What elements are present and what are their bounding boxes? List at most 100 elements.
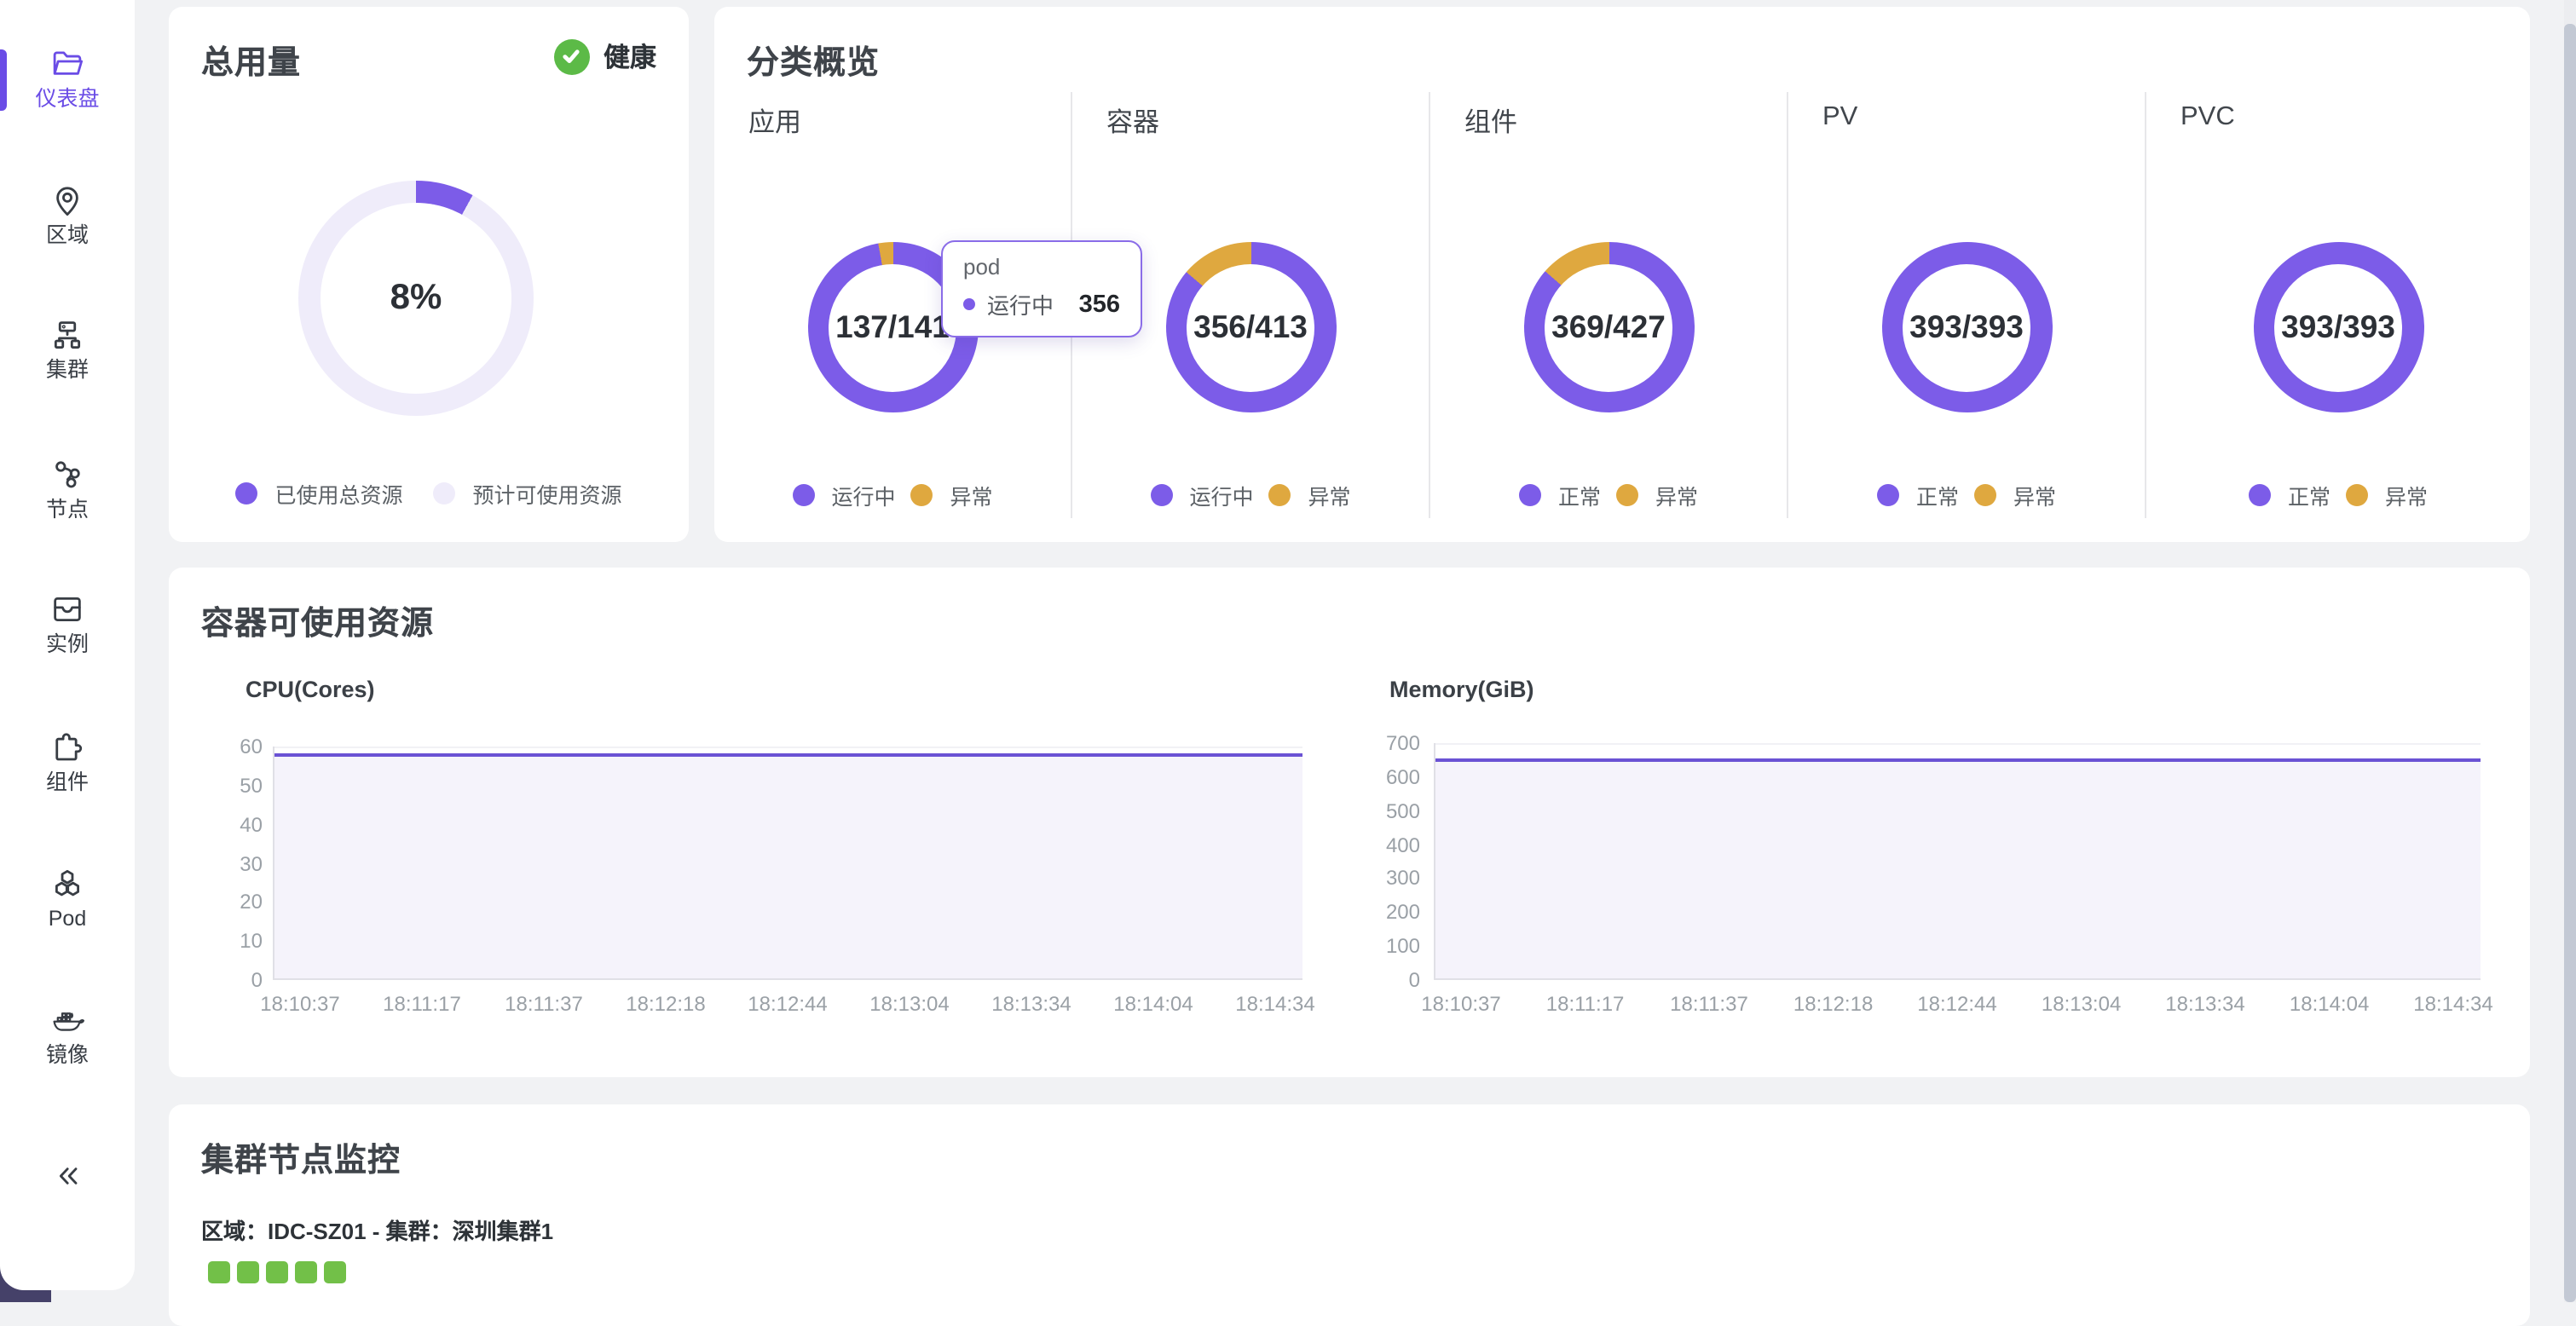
collapse-sidebar-button[interactable] [0,1159,135,1202]
legend-dot [434,482,456,504]
legend-dot [1269,484,1291,506]
node-status-cell[interactable] [266,1261,288,1283]
gridline [1435,743,2481,745]
total-usage-donut-chart[interactable]: 8% [298,181,534,416]
x-tick-label: 18:12:18 [611,994,720,1016]
category-name: 容器 [1106,102,1159,140]
usage-legend: 已使用总资源 预计可使用资源 [169,477,689,510]
legend-item-abnormal[interactable]: 异常 [911,479,993,511]
x-tick-label: 18:13:04 [855,994,964,1016]
tooltip-row: 运行中 356 [963,288,1120,320]
category-donut-chart[interactable]: 393/393 [1881,242,2052,412]
legend-item-abnormal[interactable]: 异常 [2346,479,2428,511]
y-tick-label: 600 [1359,767,1420,787]
category-name: 组件 [1464,102,1517,140]
legend-label: 异常 [2385,479,2428,511]
series-dot-icon [963,298,975,310]
x-tick-label: 18:10:37 [1406,994,1516,1016]
node-status-cell[interactable] [295,1261,317,1283]
sidebar-item-region[interactable]: 区域 [0,182,135,247]
sidebar-item-label: 组件 [46,770,89,794]
nodes-icon [49,457,85,493]
category-column-PVC: PVC 393/393 正常 异常 [2146,7,2530,542]
x-tick-label: 18:12:18 [1779,994,1888,1016]
series-area-fill [274,756,1302,978]
memory-chart-title: Memory(GiB) [1389,677,1534,702]
y-tick-label: 20 [201,892,263,913]
legend-item-abnormal[interactable]: 异常 [1616,479,1698,511]
category-name: PVC [2180,102,2235,133]
y-tick-label: 500 [1359,800,1420,821]
sidebar-item-label: 镜像 [46,1043,89,1067]
node-status-cell[interactable] [324,1261,346,1283]
category-legend: 运行中 异常 [1072,479,1429,511]
x-tick-label: 18:14:04 [1099,994,1208,1016]
y-tick-label: 400 [1359,834,1420,855]
category-legend: 正常 异常 [2146,479,2530,511]
legend-item-normal[interactable]: 正常 [2249,479,2331,511]
legend-label: 运行中 [1189,479,1253,511]
series-area-fill [1435,762,2481,978]
y-tick-label: 100 [1359,936,1420,956]
legend-item-normal[interactable]: 运行中 [1150,479,1253,511]
node-status-cell[interactable] [208,1261,230,1283]
category-column-PV: PV 393/393 正常 异常 [1788,7,2146,542]
sidebar-item-label: 集群 [46,358,89,382]
health-status-badge: 健康 [554,37,656,75]
legend-item-normal[interactable]: 正常 [1877,479,1959,511]
total-usage-card: 总用量 健康 8% 已使用总资源 预计可使用资源 [169,7,689,542]
x-tick-label: 18:11:17 [1531,994,1640,1016]
sidebar-item-node[interactable]: 节点 [0,457,135,522]
legend-item-abnormal[interactable]: 异常 [1974,479,2056,511]
node-status-grid [208,1261,346,1283]
legend-dot [1974,484,1996,506]
legend-label: 预计可使用资源 [473,477,622,510]
category-donut-chart[interactable]: 369/427 [1523,242,1694,412]
legend-item-normal[interactable]: 运行中 [792,479,895,511]
sidebar: 仪表盘 区域 集群 节点 实例 [0,0,135,1290]
sidebar-item-component[interactable]: 组件 [0,729,135,794]
sidebar-item-label: 区域 [46,223,89,247]
legend-item-available[interactable]: 预计可使用资源 [434,477,622,510]
y-tick-label: 60 [201,736,263,757]
y-tick-label: 200 [1359,902,1420,923]
x-tick-label: 18:11:17 [367,994,477,1016]
y-tick-label: 50 [201,775,263,796]
legend-item-abnormal[interactable]: 异常 [1269,479,1351,511]
usage-percent-value: 8% [298,181,534,416]
legend-dot [2249,484,2271,506]
node-status-cell[interactable] [237,1261,259,1283]
legend-label: 已使用总资源 [274,477,402,510]
card-title: 容器可使用资源 [201,598,434,644]
x-tick-label: 18:11:37 [489,994,598,1016]
sidebar-item-pod[interactable]: Pod [0,866,135,931]
legend-item-used[interactable]: 已使用总资源 [235,477,402,510]
sidebar-item-image[interactable]: 镜像 [0,1002,135,1067]
x-tick-label: 18:13:04 [2027,994,2136,1016]
sidebar-item-instance[interactable]: 实例 [0,591,135,656]
x-tick-label: 18:13:34 [2151,994,2260,1016]
card-title: 集群节点监控 [201,1135,401,1181]
scrollbar-thumb[interactable] [2564,24,2576,1302]
x-tick-label: 18:13:34 [977,994,1086,1016]
region-pin-icon [49,182,85,218]
legend-dot [235,482,257,504]
category-column-组件: 组件 369/427 正常 异常 [1430,7,1788,542]
sidebar-item-cluster[interactable]: 集群 [0,317,135,382]
legend-label: 异常 [1655,479,1698,511]
x-tick-label: 18:12:44 [733,994,842,1016]
cpu-chart-title: CPU(Cores) [245,677,375,702]
card-title: 总用量 [201,37,301,84]
category-donut-chart[interactable]: 356/413 [1165,242,1336,412]
legend-label: 异常 [2013,479,2056,511]
y-tick-label: 30 [201,853,263,873]
component-puzzle-icon [49,729,85,765]
sidebar-item-dashboard[interactable]: 仪表盘 [0,46,135,111]
category-value: 369/427 [1523,242,1694,412]
category-donut-chart[interactable]: 393/393 [2253,242,2423,412]
legend-dot [1150,484,1172,506]
tooltip-value: 356 [1079,291,1120,318]
image-docker-icon [49,1002,85,1038]
category-legend: 正常 异常 [1430,479,1787,511]
legend-item-normal[interactable]: 正常 [1519,479,1601,511]
